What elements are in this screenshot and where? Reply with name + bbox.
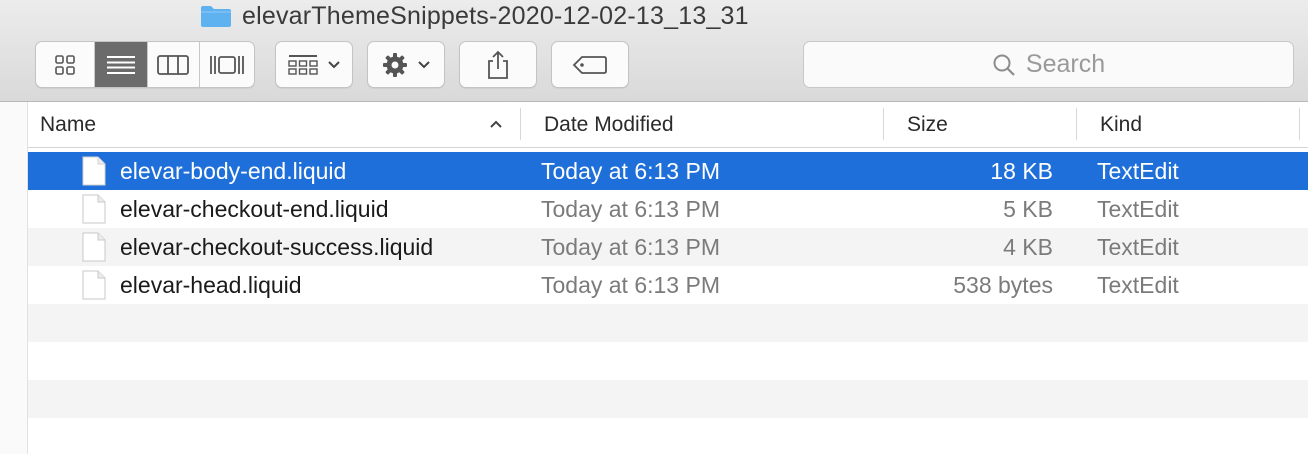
column-divider[interactable]: [520, 108, 521, 140]
group-by-button[interactable]: [275, 41, 353, 88]
file-size: 4 KB: [1003, 233, 1053, 260]
icon-view-button[interactable]: [36, 42, 95, 87]
chevron-down-icon: [328, 60, 340, 68]
grid-icon: [55, 54, 75, 75]
search-field[interactable]: Search: [803, 41, 1294, 88]
file-size: 5 KB: [1003, 195, 1053, 222]
edit-tags-button[interactable]: [551, 41, 629, 88]
window-title-text: elevarThemeSnippets-2020-12-02-13_13_31: [242, 1, 749, 30]
column-header-kind-label: Kind: [1100, 112, 1143, 136]
toolbar: elevarThemeSnippets-2020-12-02-13_13_31: [0, 0, 1308, 102]
file-kind: TextEdit: [1097, 233, 1179, 260]
column-header-size[interactable]: Size: [907, 102, 1067, 147]
document-icon: [82, 232, 106, 262]
sort-ascending-icon: [490, 120, 502, 128]
columns-icon: [157, 54, 190, 75]
file-date: Today at 6:13 PM: [541, 233, 720, 260]
search-placeholder: Search: [1025, 50, 1106, 78]
gear-icon: [383, 52, 407, 77]
file-size: 18 KB: [990, 157, 1053, 184]
column-header-size-label: Size: [907, 112, 948, 136]
column-header-date[interactable]: Date Modified: [544, 102, 874, 147]
list-icon: [106, 55, 135, 74]
file-date: Today at 6:13 PM: [541, 195, 720, 222]
column-header-bar: Name Date Modified Size Kind: [28, 102, 1308, 148]
action-menu-button[interactable]: [367, 41, 445, 88]
column-header-date-label: Date Modified: [544, 112, 674, 136]
sidebar-edge: [0, 102, 28, 454]
file-row[interactable]: elevar-body-end.liquid Today at 6:13 PM …: [28, 152, 1308, 190]
file-row[interactable]: elevar-head.liquid Today at 6:13 PM 538 …: [28, 266, 1308, 304]
folder-icon: [201, 6, 231, 27]
document-icon: [82, 270, 106, 300]
empty-row: [28, 380, 1308, 418]
window-title: elevarThemeSnippets-2020-12-02-13_13_31: [200, 2, 749, 30]
gallery-icon: [210, 55, 245, 74]
view-mode-control: [35, 41, 255, 88]
file-kind: TextEdit: [1097, 271, 1179, 298]
gallery-view-button[interactable]: [200, 42, 254, 87]
list-view-button[interactable]: [94, 42, 148, 87]
document-icon: [82, 194, 106, 224]
file-kind: TextEdit: [1097, 157, 1179, 184]
file-row[interactable]: elevar-checkout-end.liquid Today at 6:13…: [28, 190, 1308, 228]
chevron-down-icon: [418, 60, 430, 68]
magnifier-icon: [993, 54, 1015, 76]
file-size: 538 bytes: [953, 271, 1053, 298]
file-row[interactable]: elevar-checkout-success.liquid Today at …: [28, 228, 1308, 266]
group-grid-icon: [288, 54, 318, 75]
column-divider[interactable]: [883, 108, 884, 140]
share-icon: [488, 50, 508, 79]
file-name: elevar-body-end.liquid: [120, 157, 347, 184]
share-button[interactable]: [459, 41, 537, 88]
empty-row: [28, 418, 1308, 456]
column-divider[interactable]: [1076, 108, 1077, 140]
document-icon: [82, 156, 106, 186]
column-divider[interactable]: [1299, 108, 1300, 140]
file-list: elevar-body-end.liquid Today at 6:13 PM …: [28, 152, 1308, 456]
file-name: elevar-head.liquid: [120, 271, 302, 298]
column-view-button[interactable]: [148, 42, 201, 87]
empty-row: [28, 304, 1308, 342]
empty-row: [28, 342, 1308, 380]
column-header-name[interactable]: Name: [40, 102, 520, 147]
file-name: elevar-checkout-end.liquid: [120, 195, 389, 222]
file-name: elevar-checkout-success.liquid: [120, 233, 434, 260]
file-kind: TextEdit: [1097, 195, 1179, 222]
tag-icon: [572, 55, 607, 74]
column-header-kind[interactable]: Kind: [1100, 102, 1290, 147]
file-date: Today at 6:13 PM: [541, 271, 720, 298]
file-date: Today at 6:13 PM: [541, 157, 720, 184]
column-header-name-label: Name: [40, 112, 97, 136]
